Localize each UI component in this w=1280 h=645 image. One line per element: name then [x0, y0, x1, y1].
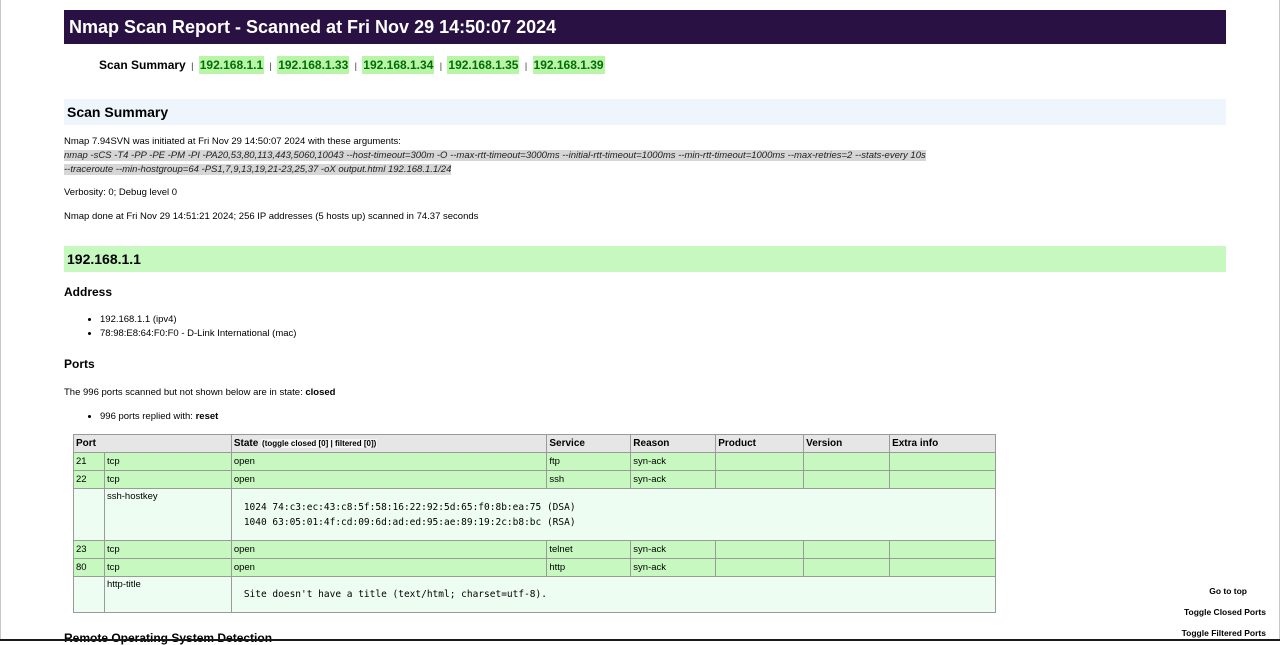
- script-spacer: [73, 488, 105, 541]
- port-product: [715, 452, 805, 471]
- port-protocol: tcp: [103, 540, 232, 559]
- col-header-reason: Reason: [630, 434, 717, 453]
- port-product: [715, 540, 805, 559]
- port-product: [715, 558, 805, 577]
- report-container: Nmap Scan Report - Scanned at Fri Nov 29…: [64, 10, 1226, 613]
- menu-separator: |: [439, 61, 443, 71]
- col-header-port: Port: [73, 434, 232, 453]
- report-title: Nmap Scan Report - Scanned at Fri Nov 29…: [64, 10, 1226, 44]
- table-row: 21 tcp open ftp syn-ack: [73, 452, 996, 471]
- go-to-top-link[interactable]: Go to top: [1156, 586, 1266, 596]
- window-edge-left: [0, 0, 1, 641]
- toggle-closed-filtered-link[interactable]: (toggle closed [0] | filtered [0]): [261, 439, 378, 448]
- script-row: ssh-hostkey 1024 74:c3:ec:43:c8:5f:58:16…: [73, 488, 997, 541]
- port-product: [715, 470, 805, 489]
- col-header-state: State (toggle closed [0] | filtered [0]): [230, 434, 548, 453]
- port-service: telnet: [546, 540, 632, 559]
- scan-arguments-line-1: nmap -sCS -T4 -PP -PE -PM -PI -PA20,53,8…: [64, 150, 926, 161]
- os-detection-heading: Remote Operating System Detection: [64, 631, 273, 645]
- col-header-service: Service: [546, 434, 632, 453]
- ports-note: The 996 ports scanned but not shown belo…: [64, 386, 1226, 400]
- port-state: open: [230, 558, 548, 577]
- address-ipv4: 192.168.1.1 (ipv4): [100, 313, 1226, 327]
- menu-label: Scan Summary: [99, 58, 186, 72]
- port-version: [803, 452, 891, 471]
- script-output: Site doesn't have a title (text/html; ch…: [230, 576, 997, 613]
- port-protocol: tcp: [103, 558, 232, 577]
- table-row: 22 tcp open ssh syn-ack: [73, 470, 996, 489]
- port-service: ssh: [546, 470, 632, 489]
- port-version: [803, 540, 891, 559]
- port-reason: syn-ack: [630, 558, 717, 577]
- menu-link-host-35[interactable]: 192.168.1.35: [447, 56, 520, 74]
- table-row: 23 tcp open telnet syn-ack: [73, 540, 996, 559]
- verbosity-text: Verbosity: 0; Debug level 0: [64, 187, 178, 198]
- port-number: 23: [73, 540, 105, 559]
- replied-item: 996 ports replied with: reset: [100, 410, 1226, 424]
- scan-done-text: Nmap done at Fri Nov 29 14:51:21 2024; 2…: [64, 211, 479, 222]
- address-mac: 78:98:E8:64:F0:F0 - D-Link International…: [100, 327, 1226, 341]
- ports-table: Port State (toggle closed [0] | filtered…: [73, 434, 997, 613]
- script-spacer: [73, 576, 105, 613]
- replied-state: reset: [195, 411, 219, 422]
- ports-table-header: Port State (toggle closed [0] | filtered…: [73, 434, 996, 453]
- scan-intro-text: Nmap 7.94SVN was initiated at Fri Nov 29…: [64, 136, 401, 147]
- col-header-version: Version: [803, 434, 891, 453]
- port-service: http: [546, 558, 632, 577]
- port-service: ftp: [546, 452, 632, 471]
- menu-separator: |: [354, 61, 357, 71]
- port-reason: syn-ack: [630, 540, 717, 559]
- script-output-line-1: 1024 74:c3:ec:43:c8:5f:58:16:22:92:5d:65…: [243, 501, 576, 513]
- toggle-filtered-ports-link[interactable]: Toggle Filtered Ports: [1156, 628, 1266, 638]
- script-output-line-1: Site doesn't have a title (text/html; ch…: [243, 589, 547, 600]
- port-protocol: tcp: [103, 470, 232, 489]
- menu-link-host-33[interactable]: 192.168.1.33: [277, 56, 350, 74]
- port-state: open: [230, 452, 548, 471]
- ports-note-state: closed: [305, 387, 336, 398]
- replied-list: 996 ports replied with: reset: [64, 410, 1226, 424]
- port-version: [803, 470, 891, 489]
- script-row: http-title Site doesn't have a title (te…: [73, 576, 997, 613]
- script-output-line-2: 1040 63:05:01:4f:cd:09:6d:ad:ed:95:ae:89…: [243, 516, 576, 528]
- col-header-extra-info: Extra info: [889, 434, 996, 453]
- scan-summary-heading: Scan Summary: [64, 99, 1226, 125]
- menu-separator: |: [269, 61, 272, 71]
- port-extra-info: [889, 558, 996, 577]
- menu-link-host-1[interactable]: 192.168.1.1: [198, 56, 265, 74]
- port-state: open: [230, 470, 548, 489]
- port-extra-info: [889, 470, 996, 489]
- port-number: 22: [73, 470, 105, 489]
- menu-link-host-34[interactable]: 192.168.1.34: [362, 56, 435, 74]
- menu-separator: |: [524, 61, 528, 71]
- replied-text: 996 ports replied with:: [100, 411, 196, 422]
- scan-arguments-line-2: --traceroute --min-hostgroup=64 -PS1,7,9…: [64, 164, 452, 175]
- port-extra-info: [889, 540, 996, 559]
- address-heading: Address: [64, 285, 113, 299]
- col-header-product: Product: [715, 434, 805, 453]
- toggle-closed-ports-link[interactable]: Toggle Closed Ports: [1156, 607, 1266, 617]
- port-version: [803, 558, 891, 577]
- port-protocol: tcp: [103, 452, 232, 471]
- menu-link-host-39[interactable]: 192.168.1.39: [532, 56, 605, 74]
- port-reason: syn-ack: [630, 452, 717, 471]
- script-output: 1024 74:c3:ec:43:c8:5f:58:16:22:92:5d:65…: [230, 488, 997, 541]
- host-menu: Scan Summary | 192.168.1.1 | 192.168.1.3…: [99, 55, 1226, 75]
- port-number: 21: [73, 452, 105, 471]
- col-header-state-label: State: [233, 438, 259, 449]
- port-reason: syn-ack: [630, 470, 717, 489]
- port-extra-info: [889, 452, 996, 471]
- side-nav: Go to top Toggle Closed Ports Toggle Fil…: [1156, 586, 1266, 638]
- ports-heading: Ports: [64, 357, 95, 371]
- menu-separator: |: [191, 61, 194, 71]
- port-number: 80: [73, 558, 105, 577]
- ports-note-text: The 996 ports scanned but not shown belo…: [64, 387, 306, 398]
- port-state: open: [230, 540, 548, 559]
- address-list: 192.168.1.1 (ipv4) 78:98:E8:64:F0:F0 - D…: [64, 313, 1226, 341]
- table-row: 80 tcp open http syn-ack: [73, 558, 996, 577]
- scan-arguments: nmap -sCS -T4 -PP -PE -PM -PI -PA20,53,8…: [64, 149, 1226, 177]
- script-name: ssh-hostkey: [103, 488, 232, 541]
- script-name: http-title: [103, 576, 232, 613]
- host-heading: 192.168.1.1: [64, 246, 1226, 272]
